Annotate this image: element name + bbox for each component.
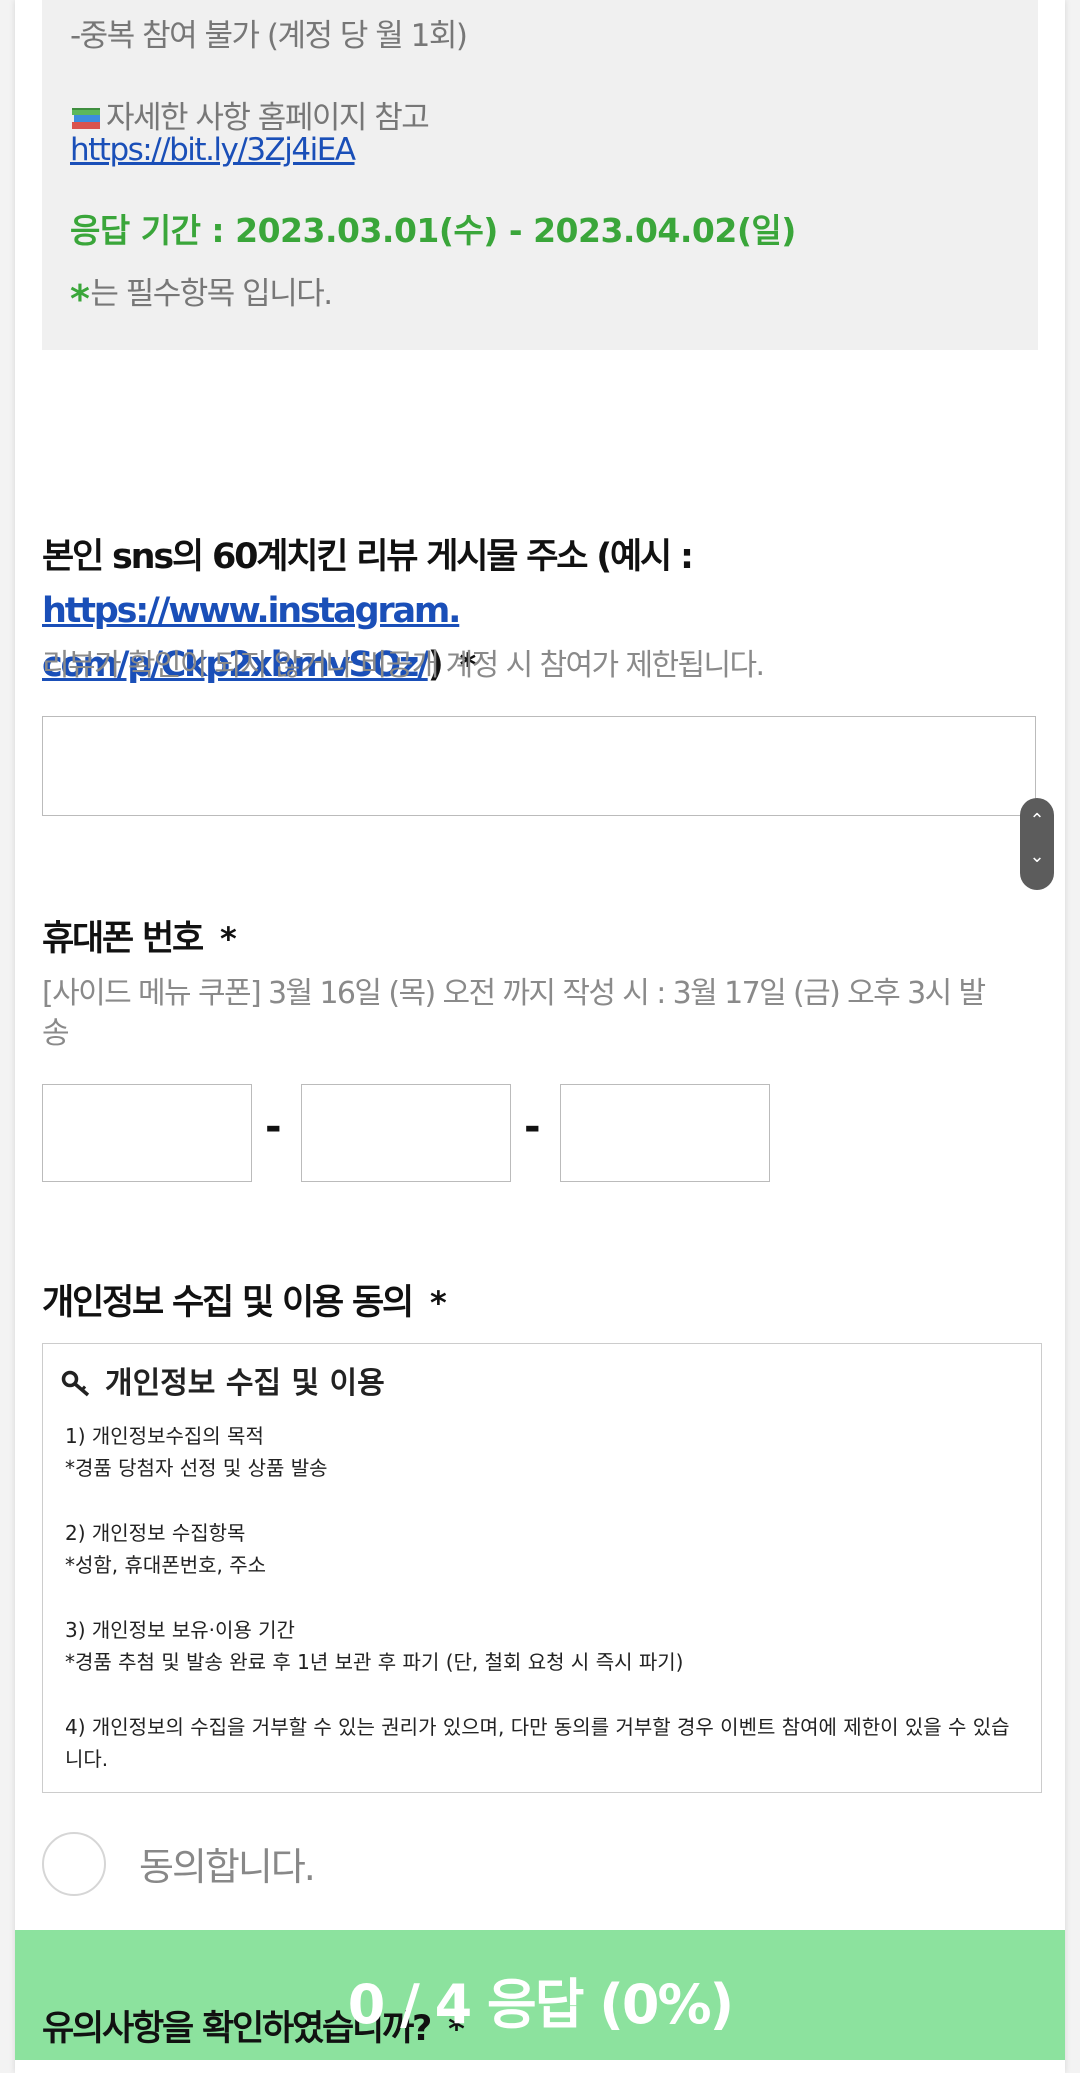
required-star: *: [70, 277, 90, 321]
q2-title-text: 휴대폰 번호: [42, 919, 204, 959]
privacy-section-4: 4) 개인정보의 수집을 거부할 수 있는 권리가 있으며, 다만 동의를 거부…: [65, 1711, 1025, 1775]
books-icon: [72, 108, 100, 129]
q3-title-text: 개인정보 수집 및 이용 동의: [42, 1283, 414, 1323]
q1-title-prefix: 본인 sns의 60계치킨 리뷰 게시물 주소 (예시 :: [42, 537, 694, 577]
progress-text: 0 / 4 응답 (0%): [347, 1973, 734, 2036]
privacy-item-heading: 3) 개인정보 보유·이용 기간: [65, 1618, 295, 1642]
q3-title: 개인정보 수집 및 이용 동의 *: [42, 1276, 447, 1330]
survey-page: -중복 참여 불가 (계정 당 월 1회) 자세한 사항 홈페이지 참고 htt…: [15, 0, 1065, 2073]
q1-description: 리뷰가 확인이 되지 않거나 비공개 계정 시 참여가 제한됩니다.: [42, 648, 765, 683]
privacy-box-body: 1) 개인정보수집의 목적 *경품 당첨자 선정 및 상품 발송 2) 개인정보 …: [65, 1420, 1025, 1808]
q3-required-star: *: [429, 1284, 447, 1322]
privacy-item-detail: *경품 추첨 및 발송 완료 후 1년 보관 후 파기 (단, 철회 요청 시 …: [65, 1650, 684, 1674]
privacy-section-3: 3) 개인정보 보유·이용 기간 *경품 추첨 및 발송 완료 후 1년 보관 후…: [65, 1614, 1025, 1678]
required-note-text: 는 필수항목 입니다.: [90, 276, 333, 312]
agree-radio-button[interactable]: [42, 1832, 106, 1896]
phone-separator-1: -: [265, 1104, 282, 1150]
duplicate-rule-text: -중복 참여 불가 (계정 당 월 1회): [70, 18, 468, 54]
key-icon: [61, 1370, 90, 1397]
detail-text: 자세한 사항 홈페이지 참고: [106, 100, 430, 136]
privacy-section-1: 1) 개인정보수집의 목적 *경품 당첨자 선정 및 상품 발송: [65, 1420, 1025, 1484]
detail-text-line: 자세한 사항 홈페이지 참고: [70, 92, 430, 137]
phone-part3-input[interactable]: [560, 1084, 770, 1182]
required-note: *는 필수항목 입니다.: [70, 268, 333, 321]
q1-review-url-input[interactable]: [42, 716, 1036, 816]
privacy-policy-box[interactable]: 개인정보 수집 및 이용 1) 개인정보수집의 목적 *경품 당첨자 선정 및 상…: [42, 1343, 1042, 1793]
chevron-up-icon[interactable]: ⌃: [1020, 810, 1054, 831]
agree-label[interactable]: 동의합니다.: [139, 1836, 316, 1891]
q2-description-line1: [사이드 메뉴 쿠폰] 3월 16일 (목) 오전 까지 작성 시 : 3월 1…: [42, 976, 986, 1011]
privacy-item-heading: 4) 개인정보의 수집을 거부할 수 있는 권리가 있으며, 다만 동의를 거부…: [65, 1715, 1010, 1771]
privacy-box-title: 개인정보 수집 및 이용: [61, 1358, 385, 1402]
response-period: 응답 기간 : 2023.03.01(수) - 2023.04.02(일): [70, 211, 796, 250]
phone-separator-2: -: [524, 1104, 541, 1150]
q2-required-star: *: [220, 920, 237, 958]
q2-description-line2: 송: [42, 1016, 70, 1051]
phone-part1-input[interactable]: [42, 1084, 252, 1182]
privacy-item-detail: *성함, 휴대폰번호, 주소: [65, 1553, 267, 1577]
homepage-link[interactable]: https://bit.ly/3Zj4iEA: [70, 132, 356, 168]
privacy-item-detail: *경품 당첨자 선정 및 상품 발송: [65, 1456, 328, 1480]
privacy-item-heading: 2) 개인정보 수집항목: [65, 1521, 246, 1545]
q2-description: [사이드 메뉴 쿠폰] 3월 16일 (목) 오전 까지 작성 시 : 3월 1…: [42, 974, 1042, 1054]
privacy-box-title-text: 개인정보 수집 및 이용: [105, 1366, 385, 1401]
scroll-handle[interactable]: ⌃ ⌄: [1020, 798, 1054, 890]
q1-example-link-part1: https://www.instagram.: [42, 591, 461, 631]
chevron-down-icon[interactable]: ⌄: [1020, 846, 1054, 867]
notice-block: -중복 참여 불가 (계정 당 월 1회) 자세한 사항 홈페이지 참고 htt…: [42, 0, 1038, 350]
privacy-section-2: 2) 개인정보 수집항목 *성함, 휴대폰번호, 주소: [65, 1517, 1025, 1581]
phone-part2-input[interactable]: [301, 1084, 511, 1182]
privacy-item-heading: 1) 개인정보수집의 목적: [65, 1424, 264, 1448]
q2-title: 휴대폰 번호 *: [42, 912, 237, 966]
